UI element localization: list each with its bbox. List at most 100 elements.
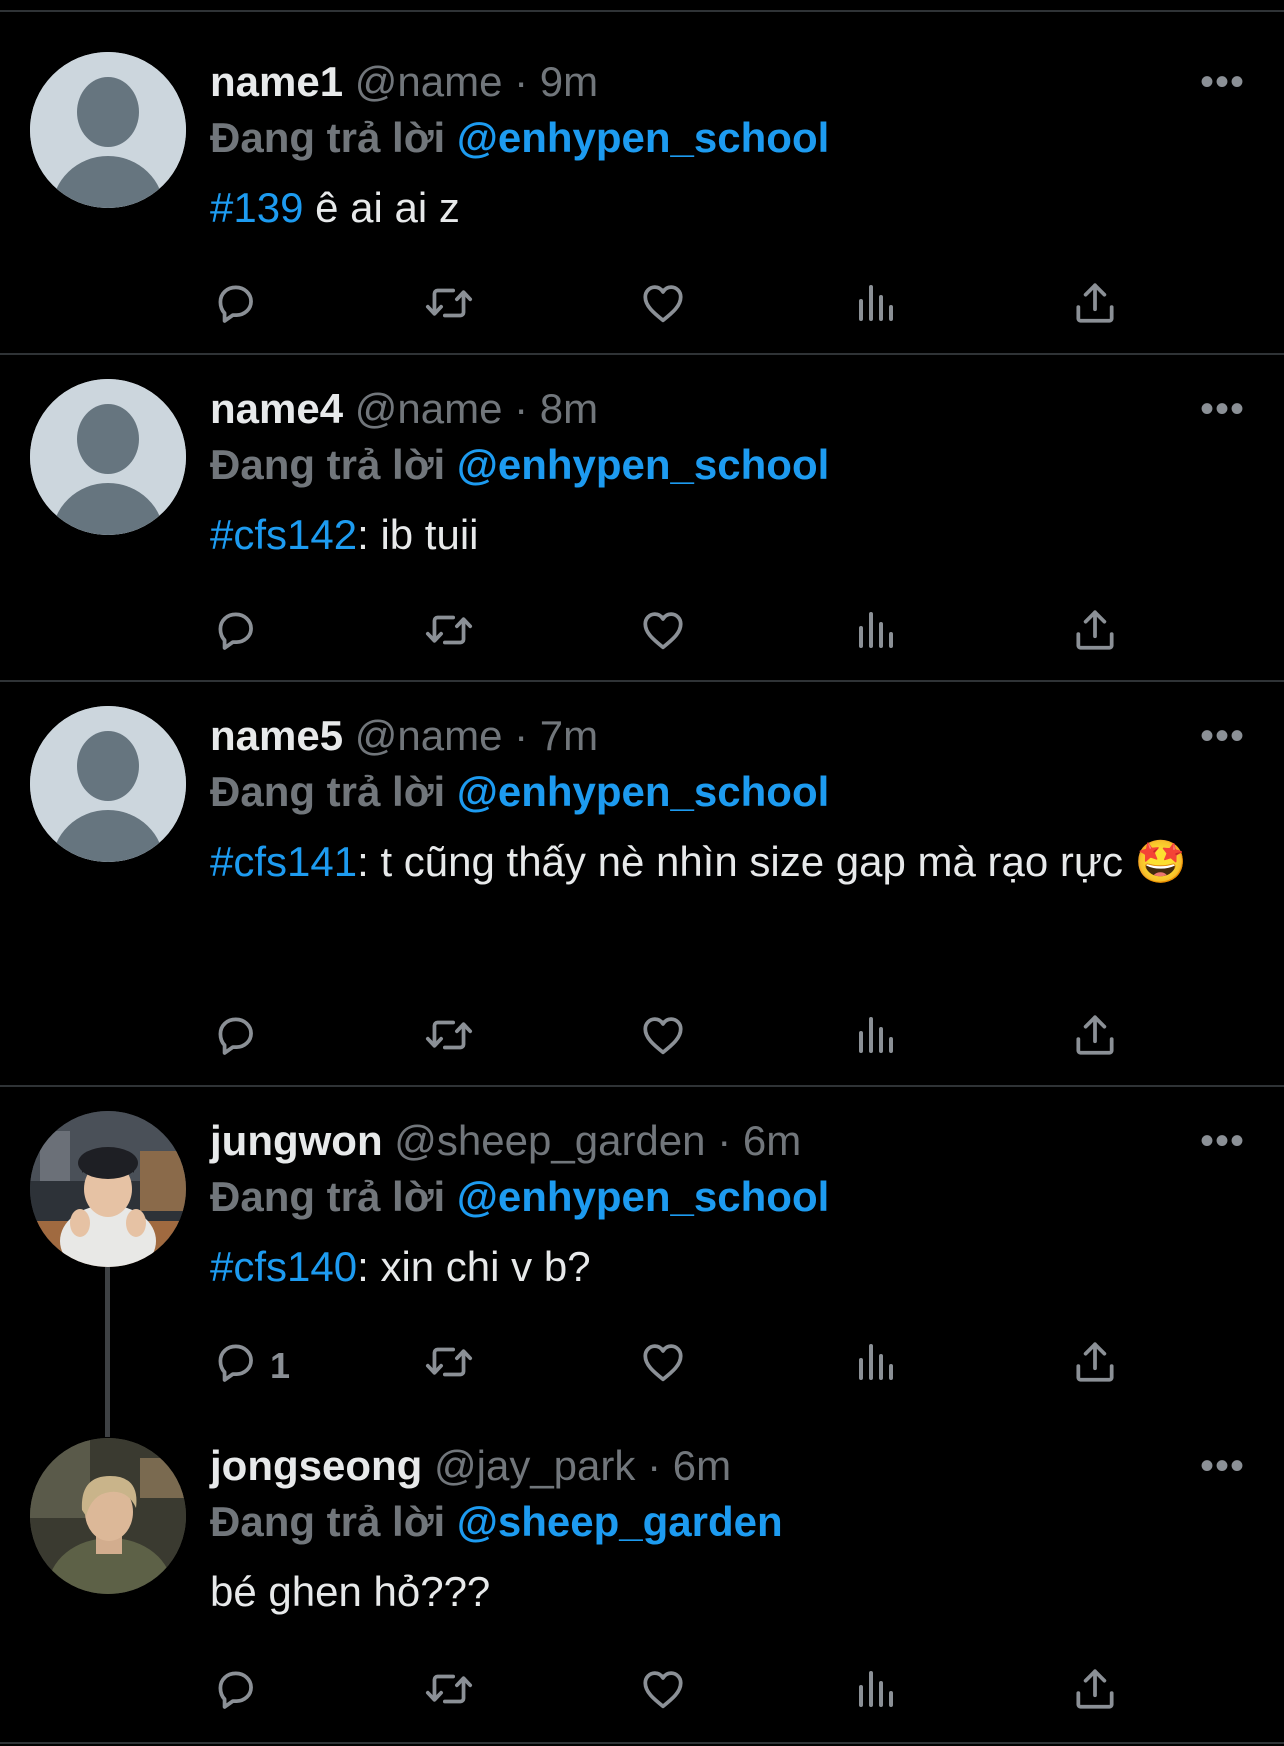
tweet-header: name4 @name · 8m [210, 383, 598, 435]
views-icon [859, 285, 893, 321]
reply-button[interactable]: 1 [210, 1337, 290, 1397]
reply-button[interactable] [210, 1664, 260, 1724]
tweet-body: : xin chi v b? [357, 1243, 591, 1290]
reply-mention[interactable]: @enhypen_school [457, 441, 829, 488]
more-icon[interactable]: ••• [1200, 389, 1245, 429]
views-button[interactable] [855, 1664, 899, 1724]
retweet-button[interactable] [422, 1337, 476, 1397]
like-icon [643, 285, 683, 323]
retweet-button[interactable] [422, 1010, 476, 1070]
share-button[interactable] [1070, 605, 1120, 665]
reply-prefix: Đang trả lời [210, 768, 446, 815]
views-icon [859, 1017, 893, 1053]
tweet[interactable]: name5 @name · 7m ••• Đang trả lời @enhyp… [0, 682, 1284, 1087]
display-name[interactable]: name5 [210, 712, 343, 759]
tweet-header: jungwon @sheep_garden · 6m [210, 1115, 801, 1167]
hashtag[interactable]: #cfs140 [210, 1243, 357, 1290]
views-button[interactable] [855, 605, 899, 665]
share-button[interactable] [1070, 1337, 1120, 1397]
timestamp[interactable]: 6m [673, 1442, 731, 1489]
tweet[interactable]: jungwon @sheep_garden · 6m ••• Đang trả … [0, 1087, 1284, 1437]
avatar[interactable] [30, 52, 186, 208]
tweet-body: : ib tuii [357, 511, 479, 558]
tweet-text: #cfs140: xin chi v b? [210, 1231, 1240, 1303]
reply-icon [218, 612, 253, 650]
retweet-button[interactable] [422, 605, 476, 665]
display-name[interactable]: jongseong [210, 1442, 422, 1489]
share-icon [1076, 1342, 1114, 1382]
tweet-body: bé ghen hỏ??? [210, 1568, 491, 1615]
share-button[interactable] [1070, 278, 1120, 338]
retweet-button[interactable] [422, 278, 476, 338]
avatar[interactable] [30, 706, 186, 862]
reply-context: Đang trả lời @enhypen_school [210, 766, 829, 818]
timestamp[interactable]: 6m [743, 1117, 801, 1164]
user-handle[interactable]: @name [355, 58, 503, 105]
reply-mention[interactable]: @sheep_garden [457, 1498, 783, 1545]
reply-button[interactable] [210, 605, 260, 665]
separator-dot: · [647, 1442, 662, 1489]
timestamp[interactable]: 9m [540, 58, 598, 105]
display-name[interactable]: name1 [210, 58, 343, 105]
more-icon[interactable]: ••• [1200, 62, 1245, 102]
user-handle[interactable]: @name [355, 385, 503, 432]
user-handle[interactable]: @jay_park [434, 1442, 635, 1489]
timestamp[interactable]: 8m [540, 385, 598, 432]
retweet-icon [425, 1020, 473, 1050]
reply-context: Đang trả lời @sheep_garden [210, 1496, 783, 1548]
like-button[interactable] [638, 1337, 688, 1397]
tweet-body: ê ai ai z [303, 184, 460, 231]
retweet-button[interactable] [422, 1664, 476, 1724]
like-button[interactable] [638, 605, 688, 665]
like-button[interactable] [638, 278, 688, 338]
reply-prefix: Đang trả lời [210, 114, 446, 161]
avatar[interactable] [30, 1111, 186, 1267]
views-button[interactable] [855, 278, 899, 338]
like-icon [643, 1017, 683, 1055]
reply-button[interactable] [210, 278, 260, 338]
like-icon [643, 1671, 683, 1709]
default-avatar-icon [30, 52, 186, 208]
reply-icon [218, 1017, 253, 1055]
display-name[interactable]: jungwon [210, 1117, 383, 1164]
reply-mention[interactable]: @enhypen_school [457, 1173, 829, 1220]
views-button[interactable] [855, 1337, 899, 1397]
user-handle[interactable]: @name [355, 712, 503, 759]
like-button[interactable] [638, 1664, 688, 1724]
user-photo [30, 1438, 186, 1594]
reply-context: Đang trả lời @enhypen_school [210, 439, 829, 491]
share-button[interactable] [1070, 1010, 1120, 1070]
views-icon [859, 612, 893, 648]
reply-mention[interactable]: @enhypen_school [457, 114, 829, 161]
more-icon[interactable]: ••• [1200, 716, 1245, 756]
separator-dot: · [717, 1117, 732, 1164]
reply-mention[interactable]: @enhypen_school [457, 768, 829, 815]
share-button[interactable] [1070, 1664, 1120, 1724]
share-icon [1076, 1015, 1114, 1055]
hashtag[interactable]: #139 [210, 184, 303, 231]
tweet[interactable]: name1 @name · 9m ••• Đang trả lời @enhyp… [0, 12, 1284, 355]
hashtag[interactable]: #cfs141 [210, 838, 357, 885]
avatar[interactable] [30, 379, 186, 535]
avatar[interactable] [30, 1438, 186, 1594]
hashtag[interactable]: #cfs142 [210, 511, 357, 558]
more-icon[interactable]: ••• [1200, 1121, 1245, 1161]
views-icon [859, 1671, 893, 1707]
separator-dot: · [514, 712, 529, 759]
more-icon[interactable]: ••• [1200, 1446, 1245, 1486]
timestamp[interactable]: 7m [540, 712, 598, 759]
retweet-icon [425, 1674, 473, 1704]
like-button[interactable] [638, 1010, 688, 1070]
reply-context: Đang trả lời @enhypen_school [210, 1171, 829, 1223]
tweet[interactable]: name4 @name · 8m ••• Đang trả lời @enhyp… [0, 355, 1284, 682]
separator-dot: · [514, 58, 529, 105]
display-name[interactable]: name4 [210, 385, 343, 432]
user-handle[interactable]: @sheep_garden [394, 1117, 705, 1164]
reply-icon [218, 1344, 253, 1382]
user-photo [30, 1111, 186, 1267]
tweet-header: jongseong @jay_park · 6m [210, 1440, 731, 1492]
reply-button[interactable] [210, 1010, 260, 1070]
views-button[interactable] [855, 1010, 899, 1070]
tweet[interactable]: jongseong @jay_park · 6m ••• Đang trả lờ… [0, 1412, 1284, 1744]
views-icon [859, 1344, 893, 1380]
